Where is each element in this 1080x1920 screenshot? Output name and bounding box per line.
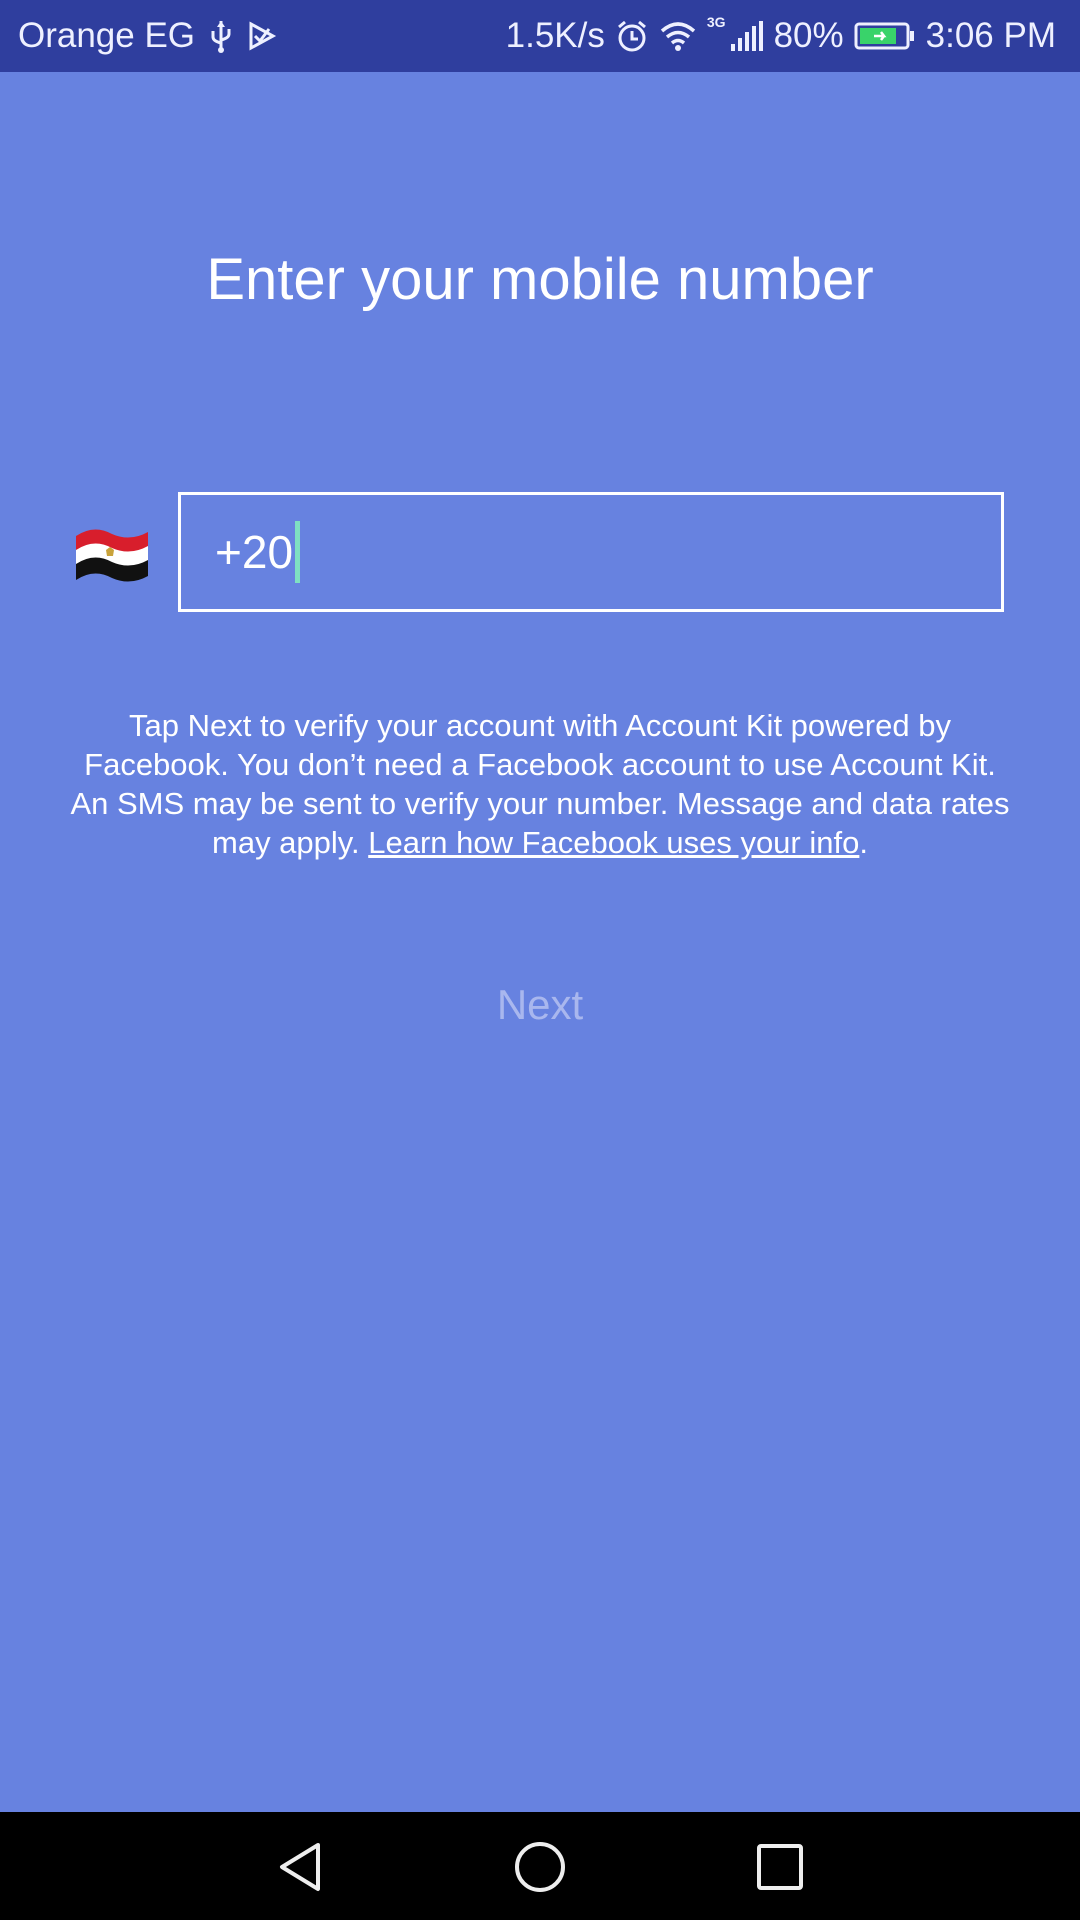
battery-icon: [854, 21, 916, 51]
play-icon: [247, 21, 277, 51]
text-cursor: [295, 521, 301, 583]
country-flag-button[interactable]: [72, 522, 152, 590]
signal-icon: [730, 20, 764, 52]
wifi-icon: [659, 20, 697, 52]
next-button[interactable]: Next: [390, 970, 690, 1040]
phone-number-input[interactable]: +20: [178, 492, 1004, 612]
carrier-name: Orange EG: [18, 16, 196, 55]
clock: 3:06 PM: [925, 16, 1056, 55]
status-right: 1.5K/s 3G 80% 3:06 PM: [506, 0, 1056, 72]
phone-number-value: +20: [215, 526, 294, 578]
usb-icon: [209, 19, 233, 53]
info-end: .: [859, 825, 868, 860]
info-text: Tap Next to verify your account with Acc…: [70, 706, 1010, 862]
egypt-flag-icon: [76, 529, 148, 582]
navigation-bar: [0, 1812, 1080, 1920]
network-speed: 1.5K/s: [505, 16, 605, 55]
recents-icon[interactable]: [752, 1839, 808, 1895]
battery-percent: 80%: [773, 16, 844, 55]
status-bar: Orange EG 1.5K/s 3G 80% 3:06 PM: [0, 0, 1080, 72]
status-left: Orange EG: [18, 0, 277, 72]
back-icon[interactable]: [272, 1839, 328, 1895]
network-type: 3G: [706, 14, 726, 30]
page-title: Enter your mobile number: [206, 247, 874, 312]
home-icon[interactable]: [512, 1839, 568, 1895]
alarm-icon: [615, 19, 649, 53]
learn-more-link[interactable]: Learn how Facebook uses your info: [368, 825, 859, 860]
